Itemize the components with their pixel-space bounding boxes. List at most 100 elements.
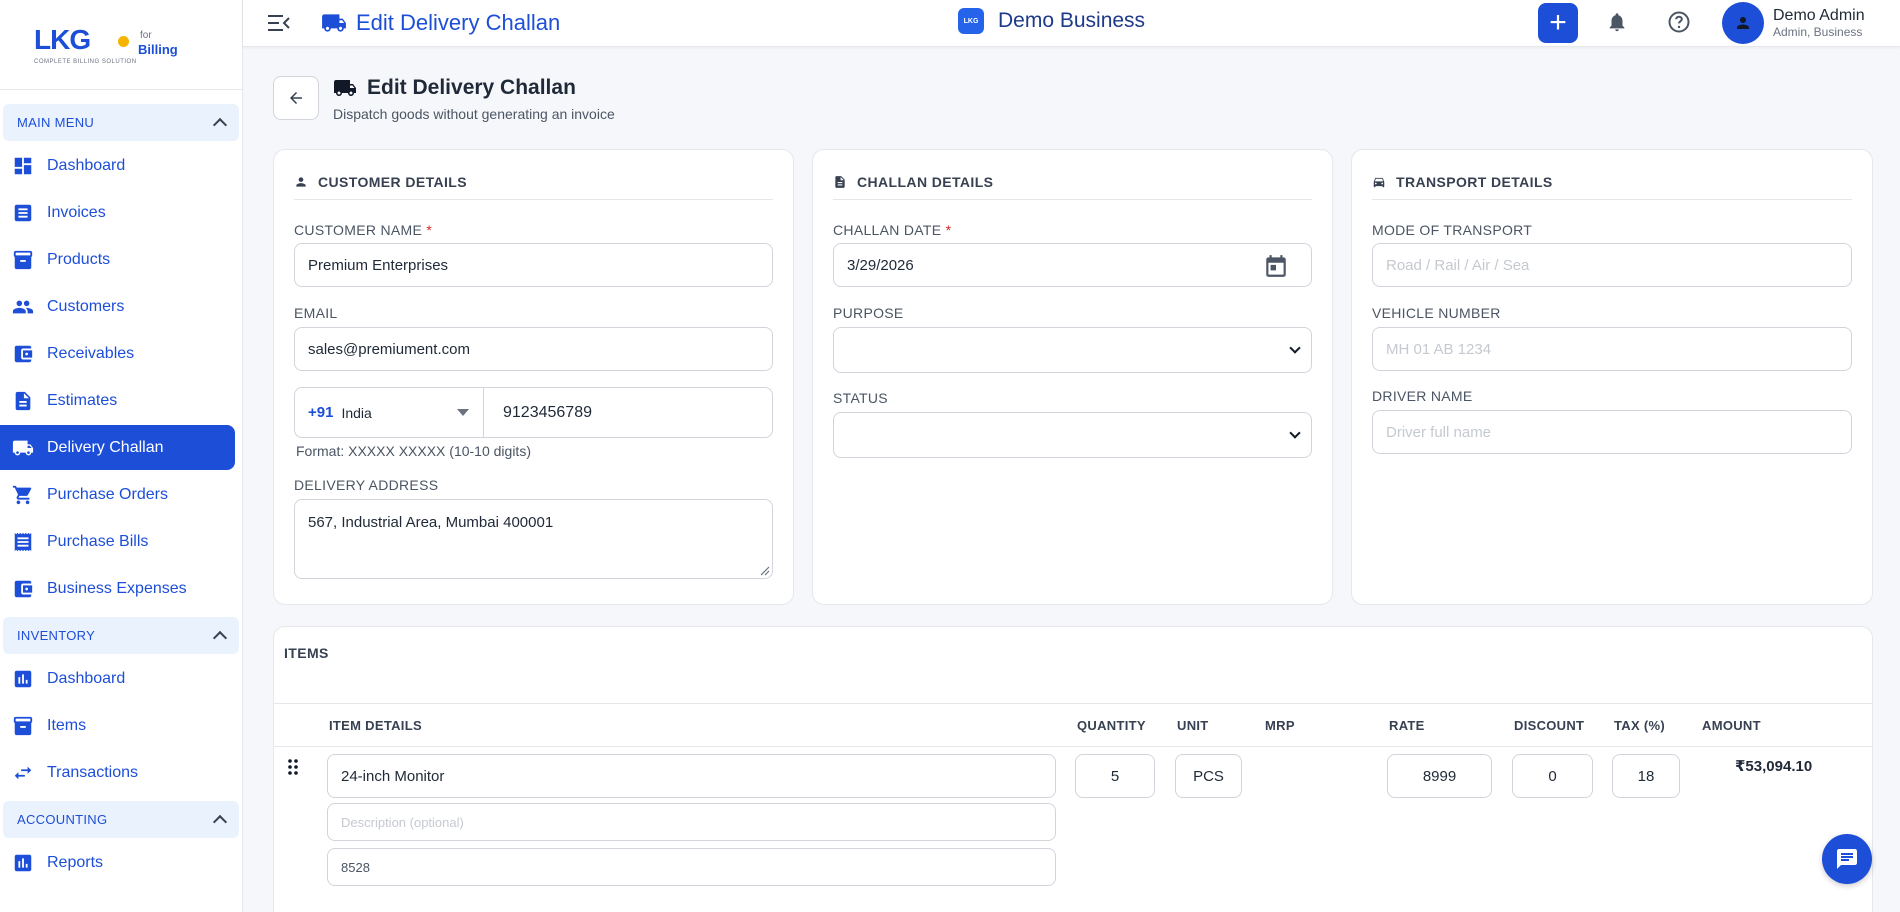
bell-icon[interactable] bbox=[1606, 11, 1628, 33]
quick-add-button[interactable]: + bbox=[1538, 3, 1578, 43]
chevron-down-icon bbox=[1289, 427, 1301, 439]
card-heading-text: TRANSPORT DETAILS bbox=[1396, 173, 1553, 190]
label-text: CUSTOMER NAME bbox=[294, 222, 423, 238]
sidebar-item-inventory-dashboard[interactable]: Dashboard bbox=[0, 656, 235, 701]
delivery-address-textarea[interactable]: 567, Industrial Area, Mumbai 400001 bbox=[294, 499, 773, 579]
calendar-icon[interactable] bbox=[1263, 253, 1289, 279]
business-logo: LKG bbox=[958, 8, 984, 34]
item-name-input[interactable]: 24-inch Monitor bbox=[327, 754, 1056, 798]
document-icon bbox=[835, 175, 845, 188]
sidebar-item-invoices[interactable]: Invoices bbox=[0, 190, 235, 235]
status-select[interactable] bbox=[833, 412, 1312, 458]
brand-logo[interactable]: LKG COMPLETE BILLING SOLUTION for Billin… bbox=[0, 0, 242, 90]
purpose-select[interactable] bbox=[833, 327, 1312, 373]
drag-handle-icon[interactable] bbox=[287, 758, 299, 776]
archive-icon bbox=[12, 715, 34, 737]
section-inventory-label: INVENTORY bbox=[17, 628, 96, 643]
sidebar-item-label: Products bbox=[47, 250, 111, 268]
unit-input[interactable]: PCS bbox=[1175, 754, 1242, 798]
amount-value: ₹53,094.10 bbox=[1735, 758, 1813, 775]
sidebar-item-purchase-bills[interactable]: Purchase Bills bbox=[0, 519, 235, 564]
invoice-icon bbox=[12, 202, 34, 224]
section-main-menu-label: MAIN MENU bbox=[17, 115, 95, 130]
sidebar-item-products[interactable]: Products bbox=[0, 237, 235, 282]
col-discount: DISCOUNT bbox=[1514, 718, 1585, 733]
customer-name-input[interactable]: Premium Enterprises bbox=[294, 243, 773, 287]
transport-details-card: TRANSPORT DETAILS MODE OF TRANSPORT Road… bbox=[1351, 149, 1873, 605]
main-menu-list: Dashboard Invoices Products Customers Re… bbox=[0, 143, 242, 611]
resize-handle-icon[interactable] bbox=[760, 566, 770, 576]
help-icon[interactable] bbox=[1667, 10, 1691, 34]
chat-button[interactable] bbox=[1822, 834, 1872, 884]
sidebar-item-transactions[interactable]: Transactions bbox=[0, 750, 235, 795]
bar-chart-icon bbox=[12, 852, 34, 874]
truck-icon bbox=[334, 80, 356, 96]
chevron-up-icon bbox=[212, 630, 228, 646]
customer-details-card: CUSTOMER DETAILS CUSTOMER NAME * Premium… bbox=[273, 149, 794, 605]
section-inventory[interactable]: INVENTORY bbox=[3, 617, 239, 654]
menu-collapse-icon[interactable] bbox=[267, 12, 291, 34]
chat-icon bbox=[1837, 849, 1857, 869]
phone-format-hint: Format: XXXXX XXXXX (10-10 digits) bbox=[296, 443, 531, 459]
items-table-header: ITEM DETAILS QUANTITY UNIT MRP RATE DISC… bbox=[274, 703, 1872, 747]
items-card: ITEMS ITEM DETAILS QUANTITY UNIT MRP RAT… bbox=[273, 626, 1873, 912]
person-icon bbox=[296, 176, 306, 187]
top-bar: Edit Delivery Challan LKG Demo Business … bbox=[243, 0, 1900, 47]
sidebar-item-dashboard[interactable]: Dashboard bbox=[0, 143, 235, 188]
person-icon bbox=[1737, 17, 1749, 29]
inventory-list: Dashboard Items Transactions bbox=[0, 656, 242, 795]
sidebar-item-delivery-challan[interactable]: Delivery Challan bbox=[0, 425, 235, 470]
quantity-input[interactable]: 5 bbox=[1075, 754, 1155, 798]
sidebar-item-label: Dashboard bbox=[47, 669, 126, 687]
mode-of-transport-input[interactable]: Road / Rail / Air / Sea bbox=[1372, 243, 1852, 287]
business-switcher[interactable]: LKG Demo Business bbox=[958, 8, 1145, 34]
section-accounting[interactable]: ACCOUNTING bbox=[3, 801, 239, 838]
user-menu[interactable]: Demo Admin Admin, Business bbox=[1722, 2, 1865, 44]
required-mark: * bbox=[426, 222, 433, 238]
sidebar-item-customers[interactable]: Customers bbox=[0, 284, 235, 329]
sidebar-item-estimates[interactable]: Estimates bbox=[0, 378, 235, 423]
challan-date-input[interactable]: 3/29/2026 bbox=[833, 243, 1312, 287]
sidebar-item-label: Receivables bbox=[47, 344, 135, 362]
sidebar-item-business-expenses[interactable]: Business Expenses bbox=[0, 566, 235, 611]
phone-field: +91 India 9123456789 bbox=[294, 387, 773, 438]
email-input[interactable]: sales@premiument.com bbox=[294, 327, 773, 371]
logo-dot-icon bbox=[118, 36, 129, 47]
back-button[interactable] bbox=[273, 76, 319, 120]
top-title-text: Edit Delivery Challan bbox=[356, 10, 561, 35]
item-hsn-input[interactable]: 8528 bbox=[327, 848, 1056, 886]
email-label: EMAIL bbox=[294, 305, 338, 321]
card-heading: TRANSPORT DETAILS bbox=[1372, 168, 1852, 200]
sidebar-item-items[interactable]: Items bbox=[0, 703, 235, 748]
truck-icon bbox=[322, 14, 346, 32]
status-label: STATUS bbox=[833, 390, 888, 406]
archive-icon bbox=[12, 249, 34, 271]
business-name: Demo Business bbox=[998, 9, 1146, 32]
col-quantity: QUANTITY bbox=[1077, 718, 1146, 733]
sidebar-item-purchase-orders[interactable]: Purchase Orders bbox=[0, 472, 235, 517]
discount-input[interactable]: 0 bbox=[1512, 754, 1593, 798]
avatar bbox=[1722, 2, 1764, 44]
driver-name-input[interactable]: Driver full name bbox=[1372, 410, 1852, 454]
section-main-menu[interactable]: MAIN MENU bbox=[3, 104, 239, 141]
country-code-select[interactable]: +91 India bbox=[295, 388, 484, 437]
rate-input[interactable]: 8999 bbox=[1387, 754, 1492, 798]
card-heading-text: CUSTOMER DETAILS bbox=[318, 173, 467, 190]
sidebar-item-receivables[interactable]: Receivables bbox=[0, 331, 235, 376]
sidebar-item-label: Delivery Challan bbox=[47, 438, 164, 456]
sidebar-item-reports[interactable]: Reports bbox=[0, 840, 235, 885]
page-title-text: Edit Delivery Challan bbox=[367, 76, 576, 99]
col-tax: TAX (%) bbox=[1614, 718, 1665, 733]
tax-input[interactable]: 18 bbox=[1612, 754, 1680, 798]
phone-input[interactable]: 9123456789 bbox=[484, 404, 592, 422]
chevron-down-icon bbox=[1289, 342, 1301, 354]
sidebar: LKG COMPLETE BILLING SOLUTION for Billin… bbox=[0, 0, 243, 912]
vehicle-number-input[interactable]: MH 01 AB 1234 bbox=[1372, 327, 1852, 371]
section-accounting-label: ACCOUNTING bbox=[17, 812, 108, 827]
required-mark: * bbox=[945, 222, 952, 238]
sidebar-item-label: Estimates bbox=[47, 391, 118, 409]
customer-name-label: CUSTOMER NAME * bbox=[294, 222, 432, 238]
item-description-input[interactable]: Description (optional) bbox=[327, 803, 1056, 841]
user-name: Demo Admin bbox=[1773, 7, 1865, 24]
sidebar-item-label: Reports bbox=[47, 853, 104, 871]
